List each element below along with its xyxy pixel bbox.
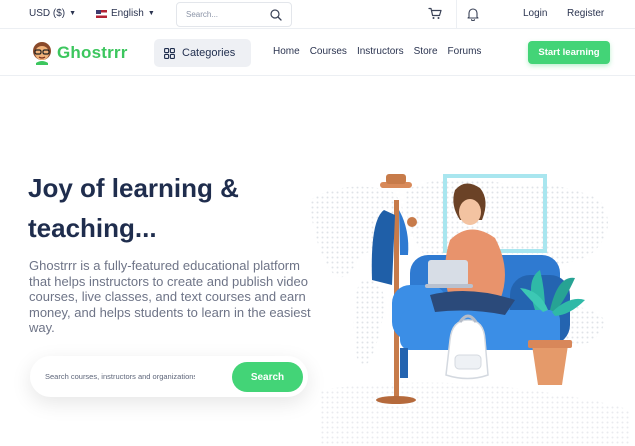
start-learning-button[interactable]: Start learning [528, 41, 610, 64]
nav-links: Home Courses Instructors Store Forums [273, 46, 481, 57]
nav-link-forums[interactable]: Forums [448, 46, 482, 57]
language-selector[interactable]: English ▼ [96, 8, 155, 19]
language-label: English [111, 8, 144, 19]
topbar-divider [456, 0, 457, 29]
chevron-down-icon: ▼ [147, 10, 155, 17]
register-link[interactable]: Register [567, 8, 604, 19]
categories-button[interactable]: Categories [154, 39, 251, 67]
top-search-box [176, 2, 292, 27]
top-search-input[interactable] [186, 10, 266, 19]
grid-icon [164, 47, 175, 59]
main-navbar: Ghostrrr Categories Home Courses Instruc… [0, 30, 635, 76]
chevron-down-icon: ▼ [69, 10, 77, 17]
flag-us-icon [96, 9, 107, 18]
logo-mascot-icon [33, 42, 51, 65]
hero-title-line2: teaching... [28, 213, 157, 243]
bell-icon[interactable] [467, 7, 479, 24]
logo[interactable]: Ghostrrr [31, 41, 128, 65]
login-link[interactable]: Login [523, 8, 547, 19]
hero-description: Ghostrrr is a fully-featured educational… [29, 258, 311, 336]
categories-label: Categories [182, 47, 236, 59]
hero-illustration [310, 174, 630, 446]
currency-selector[interactable]: USD ($) ▼ [29, 8, 76, 19]
hero-title-line1: Joy of learning & [28, 173, 239, 203]
nav-link-home[interactable]: Home [273, 46, 300, 57]
hero-title: Joy of learning & teaching... [28, 168, 328, 248]
currency-label: USD ($) [29, 8, 66, 19]
nav-link-instructors[interactable]: Instructors [357, 46, 404, 57]
hero-search-input[interactable] [45, 372, 195, 381]
nav-link-store[interactable]: Store [414, 46, 438, 57]
nav-link-courses[interactable]: Courses [310, 46, 347, 57]
hero-search-button[interactable]: Search [232, 362, 303, 392]
top-bar: USD ($) ▼ English ▼ Login Register [0, 0, 635, 29]
search-icon[interactable] [270, 9, 282, 24]
cart-icon[interactable] [428, 7, 442, 23]
logo-text: Ghostrrr [57, 43, 128, 62]
